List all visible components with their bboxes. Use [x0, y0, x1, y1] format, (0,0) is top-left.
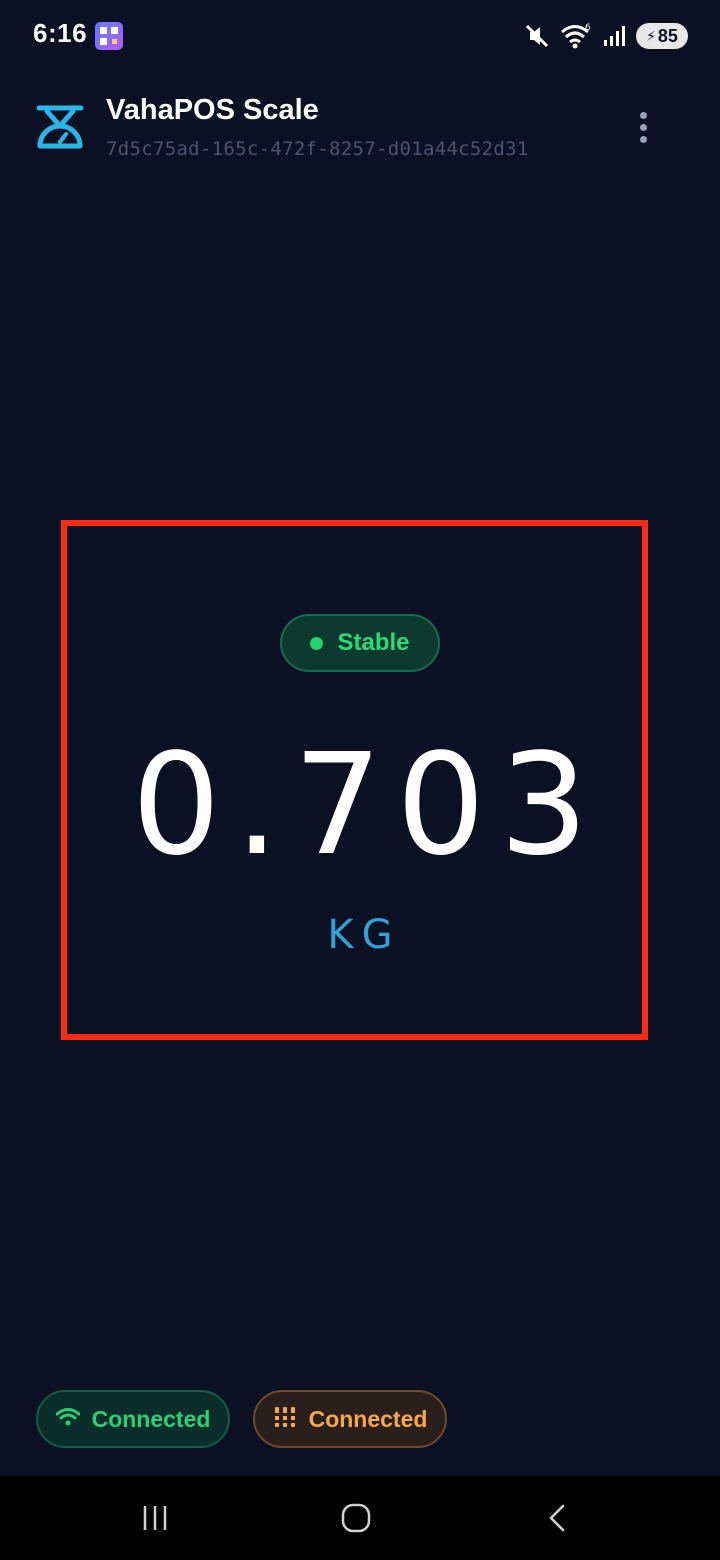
home-icon — [340, 1502, 372, 1539]
home-button[interactable] — [334, 1498, 378, 1542]
app-header: VahaPOS Scale 7d5c75ad-165c-472f-8257-d0… — [0, 84, 720, 174]
scale-connection-chip[interactable]: Connected — [253, 1390, 447, 1448]
more-vert-icon — [639, 111, 647, 119]
status-time: 6:16 — [33, 18, 88, 48]
system-nav-bar — [0, 1476, 720, 1560]
weight-value: 0.703 — [131, 724, 603, 887]
battery-charging-icon: ⚡ 85 — [636, 23, 688, 49]
wifi-connection-chip[interactable]: Connected — [36, 1390, 230, 1448]
wifi-6-icon: 6 — [560, 22, 592, 50]
wifi-status-label: Connected — [91, 1405, 211, 1432]
scale-status-label: Connected — [308, 1405, 428, 1432]
stability-label: Stable — [337, 629, 410, 656]
more-menu-button[interactable] — [622, 106, 664, 148]
wifi-icon — [55, 1407, 81, 1432]
recents-icon — [140, 1503, 170, 1538]
svg-text:6: 6 — [585, 23, 591, 33]
scale-bars-icon — [272, 1405, 297, 1434]
status-bar: 6:16 6 ⚡ 85 — [0, 0, 720, 72]
weight-unit: KG — [327, 912, 401, 958]
qr-app-icon — [95, 22, 123, 50]
status-dot-icon — [310, 636, 324, 650]
app-title: VahaPOS Scale — [106, 94, 319, 126]
status-icons: 6 ⚡ 85 — [524, 20, 688, 52]
battery-level: 85 — [657, 25, 678, 46]
scale-icon — [36, 102, 84, 150]
signal-icon — [602, 24, 626, 48]
back-icon — [543, 1503, 573, 1538]
mute-icon — [524, 23, 550, 49]
stability-badge: Stable — [280, 614, 440, 672]
back-button[interactable] — [536, 1498, 580, 1542]
recents-button[interactable] — [133, 1498, 177, 1542]
device-id: 7d5c75ad-165c-472f-8257-d01a44c52d31 — [106, 138, 529, 160]
